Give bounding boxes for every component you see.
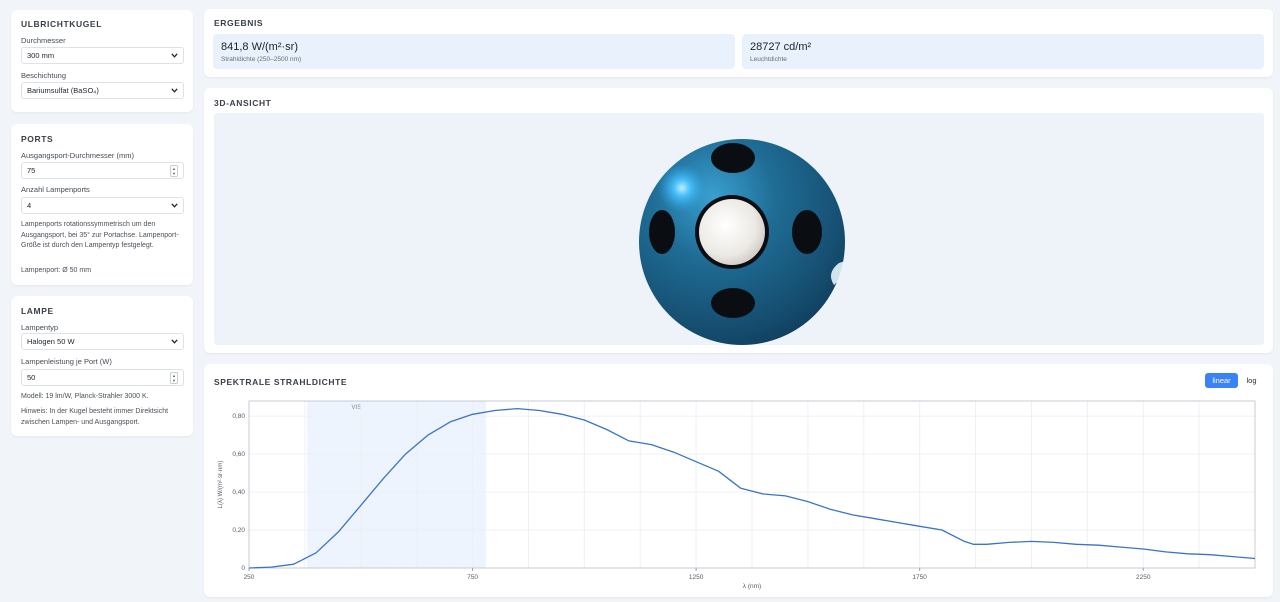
sphere-settings-card: ULBRICHTKUGEL Durchmesser 300 mm Beschic…	[11, 10, 193, 112]
y-tick-label: 0,60	[232, 451, 245, 458]
chevron-down-icon	[170, 202, 178, 210]
lamp-count-select[interactable]: 4	[21, 197, 184, 214]
luminance-label: Leuchtdichte	[750, 56, 787, 63]
lamp-port-left	[649, 210, 675, 254]
luminance-value: 28727 cd/m²	[750, 41, 812, 53]
lamp-model-note: Modell: 19 lm/W, Planck-Strahler 3000 K.	[21, 393, 149, 400]
exit-port-input-value: 75	[27, 166, 36, 175]
lamp-hint: Hinweis: In der Kugel besteht immer Dire…	[21, 408, 169, 426]
ports-note: Lampenports rotationssymmetrisch um den …	[21, 221, 179, 249]
exit-port-label: Ausgangsport-Durchmesser (mm)	[21, 151, 134, 160]
chevron-down-icon	[170, 87, 178, 95]
spectrum-card: SPEKTRALE STRAHLDICHTE linear log VIS 0 0,…	[204, 364, 1273, 597]
lamp-type-label: Lampentyp	[21, 323, 59, 332]
x-axis-label: λ (nm)	[743, 583, 761, 590]
coating-select[interactable]: Bariumsulfat (BaSO₄)	[21, 82, 184, 99]
result-title: ERGEBNIS	[214, 18, 264, 28]
stepper-icon[interactable]: ▲ ▼	[170, 371, 178, 384]
sphere-3d-render[interactable]	[214, 113, 1264, 345]
diameter-label: Durchmesser	[21, 36, 66, 45]
y-tick-label: 0,80	[232, 413, 245, 420]
chevron-down-icon	[170, 338, 178, 346]
spectrum-title: SPEKTRALE STRAHLDICHTE	[214, 377, 348, 387]
lamp-glow	[658, 164, 706, 212]
lamp-port-top	[711, 143, 755, 173]
lamp-port-info: Lampenport: Ø 50 mm	[21, 267, 92, 274]
lamp-settings-title: LAMPE	[21, 306, 54, 316]
radiance-label: Strahldichte (250–2500 nm)	[221, 56, 302, 63]
lamp-count-label: Anzahl Lampenports	[21, 185, 90, 194]
radiance-result-box: 841,8 W/(m²·sr) Strahldichte (250–2500 n…	[213, 34, 735, 69]
diameter-select-value: 300 mm	[27, 51, 55, 60]
view3d-canvas[interactable]	[214, 113, 1264, 345]
ports-settings-card: PORTS Ausgangsport-Durchmesser (mm) 75 ▲…	[11, 124, 193, 285]
coating-label: Beschichtung	[21, 71, 67, 80]
vis-band	[307, 401, 486, 568]
lamp-type-select[interactable]: Halogen 50 W	[21, 333, 184, 350]
y-tick-label: 0,40	[232, 489, 245, 496]
exit-port-input[interactable]: 75 ▲ ▼	[21, 162, 184, 179]
diameter-select[interactable]: 300 mm	[21, 47, 184, 64]
lamp-power-label: Lampenleistung je Port (W)	[21, 357, 112, 366]
view3d-card: 3D-ANSICHT	[204, 88, 1273, 353]
x-tick-label: 2250	[1136, 574, 1151, 581]
exit-port	[699, 199, 765, 265]
view3d-title: 3D-ANSICHT	[214, 98, 272, 108]
sphere-settings-title: ULBRICHTKUGEL	[21, 19, 102, 29]
lamp-count-select-value: 4	[27, 201, 32, 210]
lamp-port-right	[792, 210, 822, 254]
y-tick-label: 0	[241, 565, 245, 572]
vis-band-label: VIS	[352, 405, 362, 411]
spectrum-chart: VIS 0 0,20 0,40 0,60 0,80 250 750 1250 1750 2250 λ …	[218, 400, 1256, 590]
chevron-down-icon	[170, 52, 178, 60]
lamp-settings-card: LAMPE Lampentyp Halogen 50 W Lampenleist…	[11, 296, 193, 436]
ports-settings-title: PORTS	[21, 134, 54, 144]
x-tick-label: 1750	[912, 574, 927, 581]
lamp-type-select-value: Halogen 50 W	[27, 337, 75, 346]
radiance-value: 841,8 W/(m²·sr)	[221, 41, 298, 53]
x-tick-label: 750	[467, 574, 478, 581]
y-tick-label: 0,20	[232, 527, 245, 534]
stepper-icon[interactable]: ▲ ▼	[170, 164, 178, 177]
y-axis-label: L(λ) W/(m²·sr·nm)	[218, 461, 224, 509]
lamp-port-bottom	[711, 288, 755, 318]
scale-linear-button[interactable]: linear	[1205, 373, 1238, 388]
coating-select-value: Bariumsulfat (BaSO₄)	[27, 86, 99, 95]
lamp-power-input[interactable]: 50 ▲ ▼	[21, 369, 184, 386]
lamp-power-input-value: 50	[27, 373, 36, 382]
scale-log-button[interactable]: log	[1239, 373, 1264, 388]
x-tick-label: 250	[244, 574, 255, 581]
result-card: ERGEBNIS 841,8 W/(m²·sr) Strahldichte (2…	[204, 9, 1273, 77]
x-tick-label: 1250	[689, 574, 704, 581]
luminance-result-box: 28727 cd/m² Leuchtdichte	[742, 34, 1264, 69]
